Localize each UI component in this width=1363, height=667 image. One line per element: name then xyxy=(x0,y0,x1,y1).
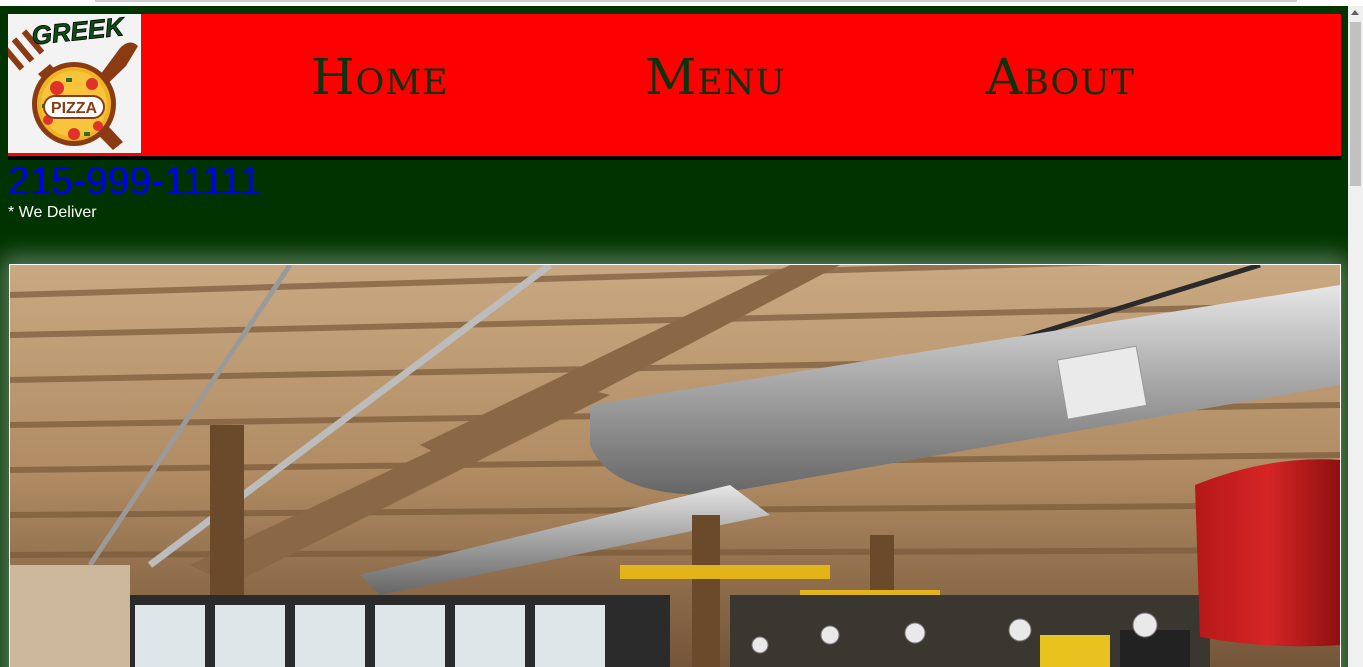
site-logo[interactable]: PIZZA GREEK xyxy=(1,11,141,153)
logo-badge-text: PIZZA xyxy=(51,100,98,117)
pizza-logo-icon: PIZZA GREEK xyxy=(1,11,138,150)
restaurant-interior-image xyxy=(10,265,1340,667)
vertical-scrollbar[interactable] xyxy=(1348,6,1363,667)
delivery-note: * We Deliver xyxy=(8,204,97,221)
scrollbar-thumb[interactable] xyxy=(1350,22,1361,186)
page: PIZZA GREEK Home Menu About 215-999-1111… xyxy=(0,6,1348,667)
phone-link[interactable]: 215-999-11111 xyxy=(8,159,261,205)
scroll-up-icon[interactable] xyxy=(1351,10,1359,15)
nav-menu[interactable]: Menu xyxy=(645,48,786,106)
hero-image xyxy=(9,264,1341,667)
site-header: PIZZA GREEK Home Menu About xyxy=(1,11,1341,160)
logo-top-text: GREEK xyxy=(30,14,127,51)
browser-tab-strip xyxy=(95,0,1297,2)
nav-home[interactable]: Home xyxy=(311,48,449,106)
nav-about[interactable]: About xyxy=(986,48,1135,106)
